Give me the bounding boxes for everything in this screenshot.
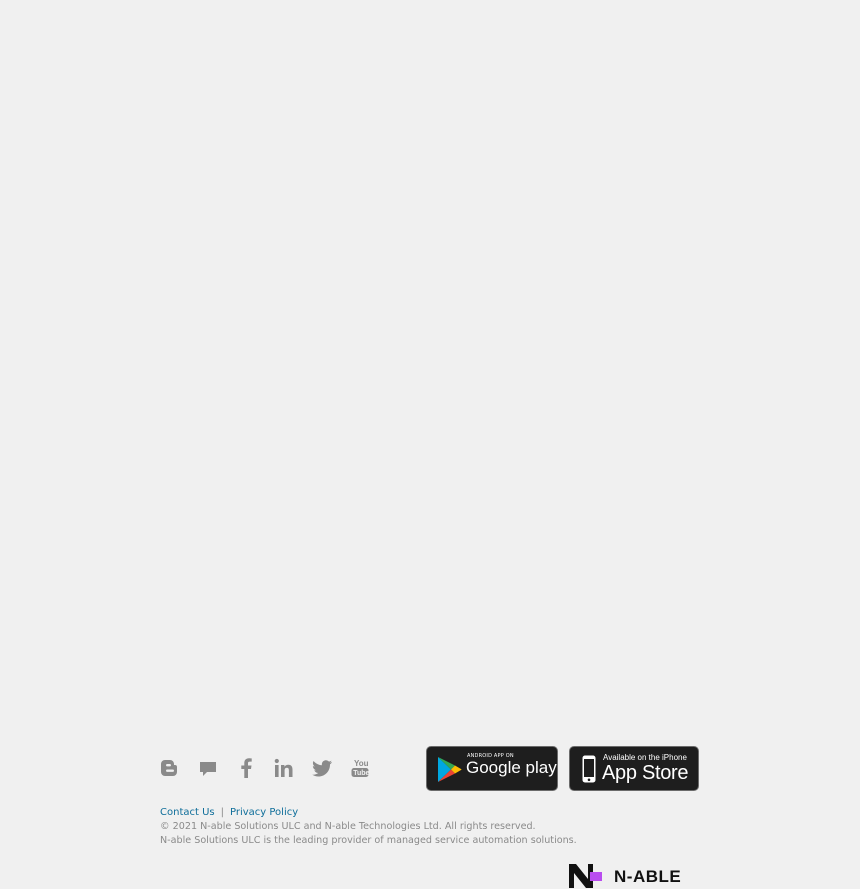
privacy-policy-link[interactable]: Privacy Policy xyxy=(230,807,298,818)
site-footer: You Tube ANDROID APP ON Google play Avai… xyxy=(0,0,860,888)
google-play-icon xyxy=(438,757,462,782)
blogger-icon[interactable] xyxy=(160,757,180,779)
app-store-badge[interactable]: Available on the iPhone App Store xyxy=(569,746,699,791)
contact-us-link[interactable]: Contact Us xyxy=(160,807,215,818)
facebook-icon[interactable] xyxy=(236,757,256,779)
n-able-logo-mark xyxy=(569,864,602,888)
svg-text:Tube: Tube xyxy=(353,770,369,777)
footer-links: Contact Us | Privacy Policy xyxy=(160,807,298,818)
linkedin-icon[interactable] xyxy=(274,757,294,779)
n-able-logo[interactable]: N-ABLE xyxy=(568,862,698,888)
link-separator: | xyxy=(220,807,224,818)
tagline-text: N-able Solutions ULC is the leading prov… xyxy=(160,835,577,846)
apple-badge-small-text: Available on the iPhone xyxy=(603,753,687,762)
iphone-icon xyxy=(582,755,596,783)
svg-text:You: You xyxy=(354,759,369,768)
twitter-icon[interactable] xyxy=(312,757,332,779)
apple-badge-big-text: App Store xyxy=(602,762,689,784)
social-links: You Tube xyxy=(160,757,388,779)
copyright-text: © 2021 N-able Solutions ULC and N-able T… xyxy=(160,821,536,832)
n-able-logo-text: N-ABLE xyxy=(614,867,682,886)
youtube-icon[interactable]: You Tube xyxy=(350,757,370,779)
google-play-badge[interactable]: ANDROID APP ON Google play xyxy=(426,746,558,791)
google-badge-big-text: Google play xyxy=(466,758,557,777)
chat-bubble-icon[interactable] xyxy=(198,757,218,779)
